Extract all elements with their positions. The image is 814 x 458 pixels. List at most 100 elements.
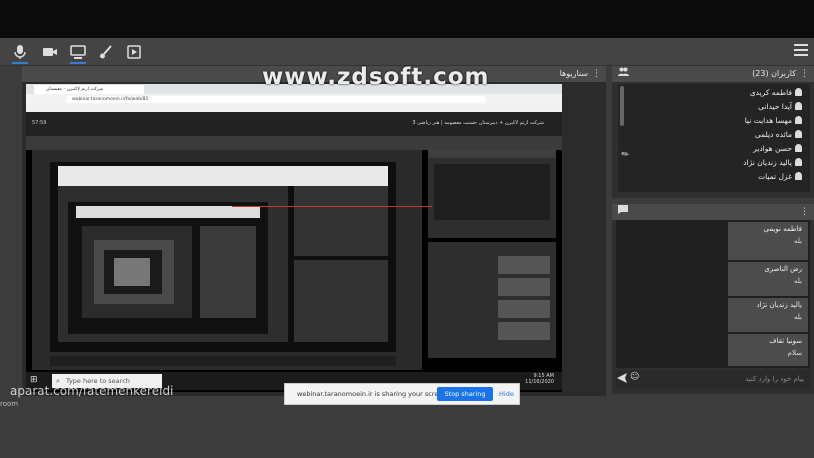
camera-icon[interactable] bbox=[42, 44, 58, 60]
inner-url: webinar.taranomoein.ir/fa/web/85 bbox=[66, 96, 486, 103]
screen-icon[interactable] bbox=[70, 44, 86, 60]
chat-input-placeholder: پیام خود را وارد کنید bbox=[745, 375, 804, 383]
inner-user-list bbox=[434, 164, 550, 220]
nested-side-panel bbox=[200, 226, 256, 318]
inner-toolbar bbox=[26, 136, 562, 150]
inner-chat-msg-3 bbox=[498, 300, 550, 318]
user-item[interactable]: مائده دیلمی bbox=[755, 128, 802, 141]
clock-date: 11/16/2020 bbox=[525, 379, 554, 385]
chat-icon bbox=[618, 204, 628, 220]
red-line-left bbox=[232, 206, 432, 207]
chat-message-author: رض الناصری bbox=[764, 265, 802, 273]
taskbar-clock[interactable]: 9:15 AM 11/16/2020 bbox=[525, 373, 554, 385]
chat-message: رض الناصری بله bbox=[728, 262, 808, 296]
users-panel-title: کاربران (23) bbox=[752, 69, 796, 78]
inner-chat-msg-1 bbox=[498, 256, 550, 274]
inner-chat-panel bbox=[428, 242, 556, 358]
chat-panel-header: ⋮ bbox=[612, 204, 814, 220]
inner-users-panel bbox=[428, 150, 556, 238]
screen-share-title: سناریوها bbox=[559, 69, 588, 78]
inner-room-title: شرکت ارتم لاکیرن + دبیرستان حسنت معصومه … bbox=[412, 120, 544, 126]
share-icon[interactable] bbox=[126, 44, 142, 60]
user-icon bbox=[795, 116, 802, 124]
users-icon bbox=[618, 66, 629, 82]
inner-time: 57:59 bbox=[32, 120, 47, 126]
chat-message-author: یالید زندیان نژاد bbox=[756, 301, 802, 309]
user-list-scrollbar[interactable] bbox=[620, 86, 624, 126]
send-icon[interactable] bbox=[617, 373, 627, 386]
user-name: حسن هوادیر bbox=[753, 144, 792, 153]
screen-sharing-bar: webinar.taranomoein.ir is sharing your s… bbox=[284, 383, 520, 405]
chat-message-text: بله bbox=[793, 237, 802, 245]
mic-active-indicator bbox=[12, 62, 28, 64]
nested-browser-bar bbox=[58, 166, 388, 186]
more-options-icon[interactable]: ⋮ bbox=[592, 66, 601, 82]
user-name: یالید زندیان نژاد bbox=[743, 158, 792, 167]
inner-chat-msg-4 bbox=[498, 322, 550, 340]
hide-button[interactable]: Hide bbox=[499, 384, 514, 404]
chat-input[interactable]: پیام خود را وارد کنید bbox=[616, 370, 810, 388]
user-item[interactable]: مهسا هدایت نیا bbox=[745, 114, 802, 127]
stop-sharing-button[interactable]: Stop sharing bbox=[437, 387, 493, 401]
shared-screen: شرکت ارتم لاکتیرن - مقیستان webinar.tara… bbox=[26, 84, 562, 392]
chat-message: یالید زندیان نژاد بله bbox=[728, 298, 808, 332]
microphone-icon[interactable] bbox=[12, 44, 28, 60]
user-icon bbox=[795, 88, 802, 96]
chat-message-text: بله bbox=[793, 313, 802, 321]
more-options-icon[interactable]: ⋮ bbox=[800, 204, 809, 220]
recursive-view-4 bbox=[114, 258, 150, 286]
chat-message: سونیا ثقاف سلام bbox=[728, 334, 808, 366]
user-icon bbox=[795, 102, 802, 110]
users-panel-header: کاربران (23) ⋮ bbox=[612, 66, 814, 82]
toolbar bbox=[0, 38, 814, 66]
brush-icon[interactable] bbox=[98, 44, 114, 60]
nested-inner-bar bbox=[76, 206, 260, 218]
inner-nested-taskbar bbox=[50, 356, 396, 366]
user-icon bbox=[795, 130, 802, 138]
user-icon bbox=[795, 144, 802, 152]
recursive-view bbox=[82, 226, 192, 318]
sharing-message: webinar.taranomoein.ir is sharing your s… bbox=[297, 390, 449, 398]
watermark-text: www.zdsoft.com bbox=[262, 64, 490, 90]
inner-bookmarks bbox=[26, 105, 562, 112]
user-name: مهسا هدایت نیا bbox=[744, 116, 792, 125]
app-root: سناریوها ⋮ شرکت ارتم لاکتیرن - مقیستان w… bbox=[0, 0, 814, 458]
user-name: مائده دیلمی bbox=[754, 130, 792, 139]
user-item[interactable]: فاطمه کریدی bbox=[750, 86, 802, 99]
emoji-icon[interactable]: ☺ bbox=[630, 372, 639, 382]
chat-message-author: سونیا ثقاف bbox=[769, 337, 802, 345]
inner-chat-msg-2 bbox=[498, 278, 550, 296]
inner-users-header bbox=[428, 150, 556, 158]
inner-room-header: 57:59 شرکت ارتم لاکیرن + دبیرستان حسنت م… bbox=[26, 112, 562, 136]
inner-nested-screen bbox=[50, 162, 396, 352]
user-name: آیدا حیدانی bbox=[758, 102, 792, 111]
chat-message: فاطمه نویمی بله bbox=[728, 222, 808, 260]
user-item[interactable]: غزل تمیات bbox=[758, 170, 802, 183]
user-name: فاطمه کریدی bbox=[749, 88, 792, 97]
nested-inner-view bbox=[68, 202, 268, 334]
user-item[interactable]: آیدا حیدانی bbox=[758, 100, 802, 113]
inner-address-bar: webinar.taranomoein.ir/fa/web/85 bbox=[26, 94, 562, 105]
chat-message-text: سلام bbox=[787, 349, 802, 357]
chat-message-author: فاطمه نویمی bbox=[763, 225, 802, 233]
user-name: غزل تمیات bbox=[758, 172, 792, 181]
more-options-icon[interactable]: ⋮ bbox=[800, 66, 809, 82]
screen-active-indicator bbox=[70, 62, 86, 64]
room-label: room bbox=[0, 400, 19, 408]
recursive-view-3 bbox=[104, 250, 162, 294]
inner-share-area bbox=[32, 150, 422, 370]
nested-share-view bbox=[58, 186, 288, 342]
nested-users-panel bbox=[294, 186, 388, 256]
aparat-watermark: aparat.com/fatemehkereidi bbox=[10, 384, 174, 398]
user-item[interactable]: حسن هوادیر bbox=[753, 142, 802, 155]
top-strip bbox=[0, 0, 814, 38]
pencil-icon: ✎ bbox=[619, 148, 632, 162]
nested-chat-panel bbox=[294, 260, 388, 342]
inner-browser-tab: شرکت ارتم لاکتیرن - مقیستان bbox=[34, 85, 144, 94]
user-icon bbox=[795, 158, 802, 166]
user-item[interactable]: یالید زندیان نژاد bbox=[743, 156, 802, 169]
user-icon bbox=[795, 172, 802, 180]
chat-message-text: بله bbox=[793, 277, 802, 285]
recursive-view-2 bbox=[94, 240, 174, 304]
hamburger-icon[interactable] bbox=[794, 44, 808, 56]
